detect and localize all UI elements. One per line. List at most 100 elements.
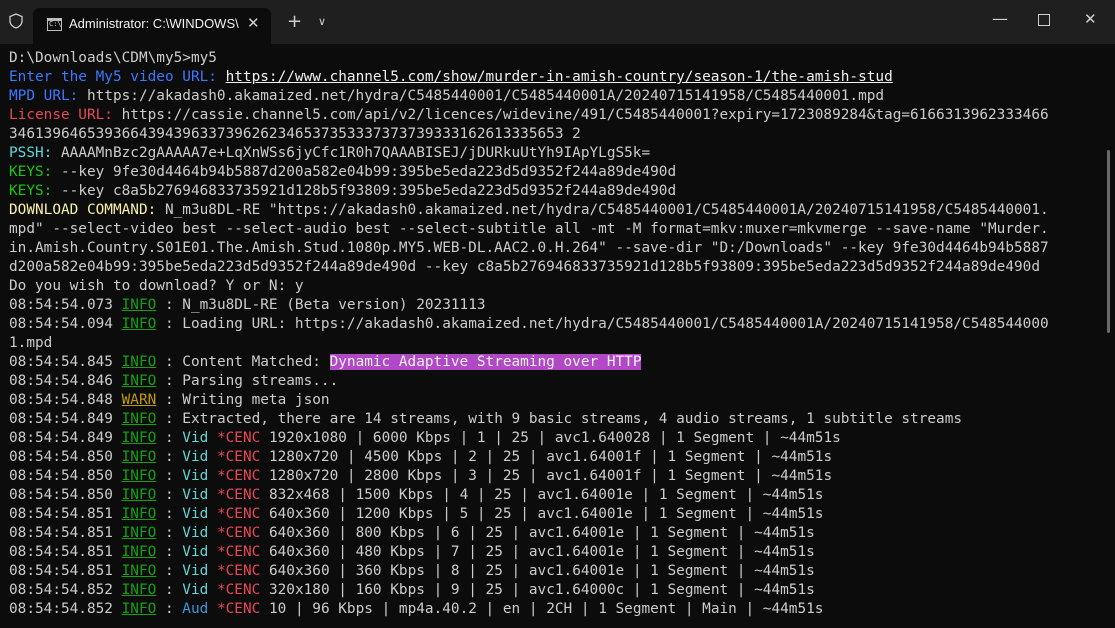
console-text: 08:54:54.850 — [9, 449, 122, 465]
console-tk-vid: Vid — [182, 544, 209, 560]
console-lbl-yellow: DOWNLOAD COMMAND: — [9, 202, 157, 218]
console-hl-magenta: Dynamic Adaptive Streaming over HTTP — [329, 354, 642, 370]
console-text: 1.mpd — [9, 335, 53, 351]
console-text: AAAAMnBzc2gAAAAA7e+LqXnWSs6jyCfc1R0h7QAA… — [52, 145, 651, 161]
console-line: MPD URL: https://akadash0.akamaized.net/… — [9, 87, 1105, 106]
console-text: 640x360 | 1200 Kbps | 5 | 25 | avc1.6400… — [260, 506, 824, 522]
url-link[interactable]: https://www.channel5.com/show/murder-in-… — [226, 69, 893, 85]
console-tk-aud: Aud — [182, 601, 209, 617]
console-lbl-cyan: PSSH: — [9, 145, 53, 161]
console-tk-vid: Vid — [182, 582, 209, 598]
console-text: 640x360 | 480 Kbps | 7 | 25 | avc1.64001… — [260, 544, 815, 560]
console-line: 08:54:54.850 INFO : Vid *CENC 1280x720 |… — [9, 467, 1105, 486]
console-line: mpd" --select-video best --select-audio … — [9, 220, 1105, 239]
console-text: d200a582e04b99:395be5eda223d5d9352f244a8… — [9, 259, 1041, 275]
console-tk-cenc: *CENC — [216, 525, 261, 541]
console-text: https://akadash0.akamaized.net/hydra/C54… — [78, 88, 885, 104]
console-line: 08:54:54.852 INFO : Vid *CENC 320x180 | … — [9, 581, 1105, 600]
console-text: : N_m3u8DL-RE (Beta version) 20231113 — [156, 297, 486, 313]
console-tk-vid: Vid — [182, 506, 209, 522]
console-line: Do you wish to download? Y or N: y — [9, 277, 1105, 296]
console-text: : — [156, 449, 183, 465]
console-line: 08:54:54.851 INFO : Vid *CENC 640x360 | … — [9, 524, 1105, 543]
console-text: 320x180 | 160 Kbps | 9 | 25 | avc1.64000… — [260, 582, 815, 598]
console-tk-vid: Vid — [182, 449, 209, 465]
console-text: 08:54:54.852 — [9, 601, 122, 617]
console-text: 08:54:54.849 — [9, 430, 122, 446]
console-lvl-info: INFO — [121, 506, 157, 522]
console-lvl-info: INFO — [121, 601, 157, 617]
console-text: 08:54:54.851 — [9, 506, 122, 522]
console-text: 08:54:54.851 — [9, 544, 122, 560]
console-text: 08:54:54.852 — [9, 582, 122, 598]
console-text: mpd" --select-video best --select-audio … — [9, 221, 1049, 237]
console-text: https://cassie.channel5.com/api/v2/licen… — [112, 107, 1049, 123]
console-line: KEYS: --key c8a5b276946833735921d128b5f9… — [9, 182, 1105, 201]
console-tk-vid: Vid — [182, 468, 209, 484]
console-text: : — [156, 544, 183, 560]
console-line: 1.mpd — [9, 334, 1105, 353]
console-text: : — [156, 506, 183, 522]
console-line: 08:54:54.073 INFO : N_m3u8DL-RE (Beta ve… — [9, 296, 1105, 315]
console-tk-cenc: *CENC — [216, 544, 261, 560]
console-text: D:\Downloads\CDM\my5>my5 — [9, 50, 217, 66]
close-tab-icon[interactable]: ✕ — [247, 14, 260, 32]
console-tk-cenc: *CENC — [216, 582, 261, 598]
minimize-button[interactable]: — — [992, 9, 1008, 28]
console-line: 08:54:54.849 INFO : Extracted, there are… — [9, 410, 1105, 429]
new-tab-button[interactable]: + — [287, 11, 302, 32]
console-line: 08:54:54.846 INFO : Parsing streams... — [9, 372, 1105, 391]
maximize-button[interactable] — [1038, 14, 1050, 26]
close-button[interactable]: ✕ — [1084, 10, 1097, 28]
console-tk-cenc: *CENC — [216, 468, 261, 484]
console-line: D:\Downloads\CDM\my5>my5 — [9, 49, 1105, 68]
console-line: License URL: https://cassie.channel5.com… — [9, 106, 1105, 125]
console-tk-cenc: *CENC — [216, 430, 261, 446]
console-tk-cenc: *CENC — [216, 449, 261, 465]
console-text: 1280x720 | 4500 Kbps | 2 | 25 | avc1.640… — [260, 449, 833, 465]
console-lvl-info: INFO — [121, 487, 157, 503]
console-text: 08:54:54.850 — [9, 487, 122, 503]
tab-terminal[interactable]: C:\ Administrator: C:\WINDOWS\ ✕ — [33, 8, 271, 44]
console-lvl-info: INFO — [121, 563, 157, 579]
console-text: : Loading URL: https://akadash0.akamaize… — [156, 316, 1049, 332]
console-text: in.Amish.Country.S01E01.The.Amish.Stud.1… — [9, 240, 1049, 256]
tab-title: Administrator: C:\WINDOWS\ — [69, 16, 239, 31]
console-lvl-info: INFO — [121, 449, 157, 465]
console-lbl-green: KEYS: — [9, 164, 53, 180]
console-line: KEYS: --key 9fe30d4464b94b5887d200a582e0… — [9, 163, 1105, 182]
console-lbl-green: KEYS: — [9, 183, 53, 199]
console-line: 08:54:54.850 INFO : Vid *CENC 832x468 | … — [9, 486, 1105, 505]
console-text: 08:54:54.846 — [9, 373, 122, 389]
console-line: d200a582e04b99:395be5eda223d5d9352f244a8… — [9, 258, 1105, 277]
console-output[interactable]: D:\Downloads\CDM\my5>my5 Enter the My5 vi… — [9, 49, 1105, 619]
console-text: : — [156, 487, 183, 503]
console-line: 08:54:54.094 INFO : Loading URL: https:/… — [9, 315, 1105, 334]
chevron-down-icon[interactable]: ∨ — [318, 15, 326, 28]
console-text: 3461396465393664394396337396262346537353… — [9, 126, 581, 142]
console-text: : — [156, 563, 183, 579]
console-text: : — [156, 430, 183, 446]
console-text: --key c8a5b276946833735921d128b5f93809:3… — [52, 183, 677, 199]
console-text: Do you wish to download? Y or N: y — [9, 278, 304, 294]
scrollbar[interactable] — [1107, 150, 1110, 333]
console-lvl-info: INFO — [121, 544, 157, 560]
console-lvl-info: INFO — [121, 411, 157, 427]
console-lbl-blue: MPD URL: — [9, 88, 79, 104]
console-tk-vid: Vid — [182, 563, 209, 579]
console-line: 08:54:54.845 INFO : Content Matched: Dyn… — [9, 353, 1105, 372]
console-text: 832x468 | 1500 Kbps | 4 | 25 | avc1.6400… — [260, 487, 824, 503]
console-line: 08:54:54.850 INFO : Vid *CENC 1280x720 |… — [9, 448, 1105, 467]
console-text: 640x360 | 360 Kbps | 8 | 25 | avc1.64001… — [260, 563, 815, 579]
console-text: 08:54:54.094 — [9, 316, 122, 332]
console-lvl-warn: WARN — [121, 392, 157, 408]
terminal-icon: C:\ — [47, 18, 62, 31]
console-text: : — [156, 525, 183, 541]
console-lbl-red: License URL: — [9, 107, 113, 123]
console-text: 10 | 96 Kbps | mp4a.40.2 | en | 2CH | 1 … — [260, 601, 824, 617]
